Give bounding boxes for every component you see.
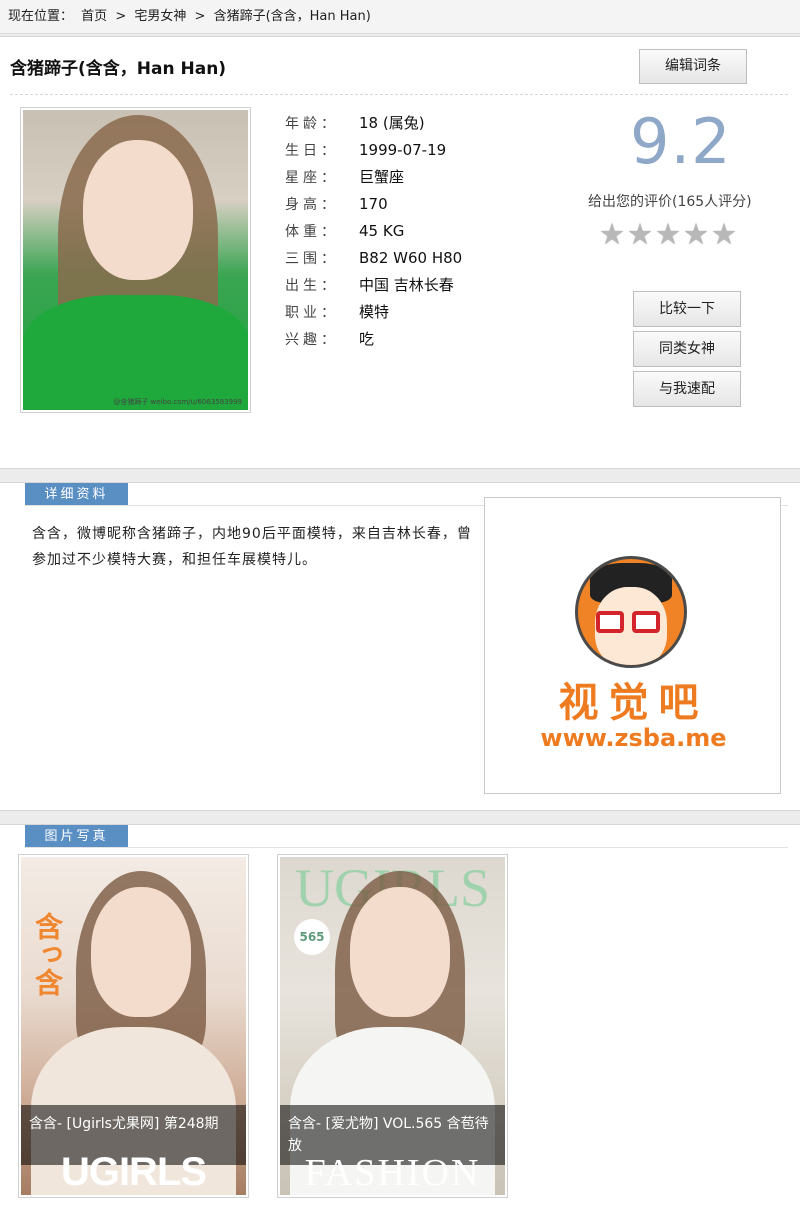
star-rating[interactable]: ★★★★★ [599, 217, 739, 251]
star-icon[interactable]: ★ [711, 217, 737, 251]
details-text: 含含，微博昵称含猪蹄子，内地90后平面模特，来自吉林长春，曾参加过不少模特大赛，… [32, 526, 472, 568]
photo-shirt [23, 295, 248, 410]
breadcrumb-current: 含猪蹄子(含含，Han Han) [213, 9, 371, 24]
info-row-birthday: 生日： 1999-07-19 [285, 141, 447, 159]
gallery-header: 图片写真 [25, 825, 128, 848]
divider [25, 847, 788, 848]
info-row-weight: 体重： 45 KG [285, 222, 405, 240]
logo-url: www.zsba.me [540, 724, 727, 752]
info-row-birthplace: 出生： 中国 吉林长春 [285, 276, 454, 294]
divider [10, 94, 788, 95]
breadcrumb-sep: > [194, 9, 206, 24]
edit-entry-button[interactable]: 编辑词条 [639, 49, 747, 84]
photo-face [83, 140, 193, 280]
site-logo: 视觉吧 www.zsba.me [484, 497, 781, 794]
cover-brand: UGIRLS [60, 1150, 207, 1194]
info-row-hobby: 兴趣：吃 [285, 330, 375, 348]
info-row-height: 身高： 170 [285, 195, 388, 213]
info-list: 年龄： 18 (属兔) 生日： 1999-07-19 星座： 巨蟹座 身高： 170 体… [285, 110, 462, 353]
rating-score: 9.2 [630, 105, 732, 178]
gallery-panel: 图片写真 含っ含 含含- [Ugirls尤果网] 第248期 UGIRLS UG… [0, 824, 800, 1210]
star-icon[interactable]: ★ [627, 217, 653, 251]
profile-photo: @含猪蹄子 weibo.com/u/6063583999 [20, 107, 251, 413]
photo-watermark: @含猪蹄子 weibo.com/u/6063583999 [113, 398, 242, 406]
info-row-occupation: 职业： 模特 [285, 303, 390, 321]
star-icon[interactable]: ★ [599, 217, 625, 251]
info-row-measurements: 三围： B82 W60 H80 [285, 249, 463, 267]
breadcrumb-category[interactable]: 宅男女神 [134, 9, 186, 24]
logo-avatar-icon [575, 556, 687, 668]
star-icon[interactable]: ★ [655, 217, 681, 251]
cover-brand: FASHION [304, 1152, 481, 1194]
breadcrumb-prefix: 现在位置： [8, 9, 74, 24]
rating-prompt: 给出您的评价(165人评分) [588, 194, 752, 210]
match-button[interactable]: 与我速配 [633, 371, 741, 407]
details-panel: 详细资料 含含，微博昵称含猪蹄子，内地90后平面模特，来自吉林长春，曾参加过不少… [0, 482, 800, 811]
logo-text: 视觉吧 [558, 679, 709, 726]
cover-side-text: 含っ含 [31, 912, 64, 996]
similar-button[interactable]: 同类女神 [633, 331, 741, 367]
gallery-item[interactable]: 含っ含 含含- [Ugirls尤果网] 第248期 UGIRLS [18, 854, 249, 1198]
star-icon[interactable]: ★ [683, 217, 709, 251]
breadcrumb: 现在位置： 首页 > 宅男女神 > 含猪蹄子(含含，Han Han) [0, 0, 800, 34]
profile-panel: 含猪蹄子(含含，Han Han) 编辑词条 @含猪蹄子 weibo.com/u/… [0, 36, 800, 469]
breadcrumb-home[interactable]: 首页 [81, 9, 107, 24]
info-row-age: 年龄： 18 (属兔) [285, 114, 425, 132]
info-row-zodiac: 星座： 巨蟹座 [285, 168, 405, 186]
compare-button[interactable]: 比较一下 [633, 291, 741, 327]
details-header: 详细资料 [25, 483, 128, 506]
breadcrumb-sep: > [115, 9, 127, 24]
page-title: 含猪蹄子(含含，Han Han) [10, 59, 227, 79]
cover-volume: 565 [294, 919, 330, 955]
gallery-item[interactable]: UGIRLS 565 含含- [爱尤物] VOL.565 含苞待放 FASHIO… [277, 854, 508, 1198]
